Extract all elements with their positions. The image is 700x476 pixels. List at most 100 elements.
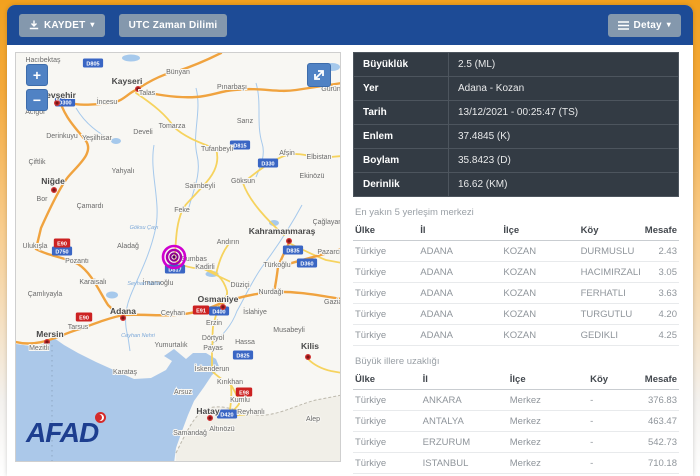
fullscreen-button[interactable] [307, 63, 331, 87]
table-cell: ANTALYA [420, 410, 508, 432]
table-cell: 3.63 [642, 282, 679, 304]
map-place-label: Çamlıyayla [28, 291, 63, 298]
map-place-label: Talas [139, 90, 156, 97]
map-place-label: Altınözü [209, 426, 234, 433]
map-place-label: Musabeyli [273, 327, 305, 334]
detail-menu-button[interactable]: Detay ▾ [607, 13, 681, 37]
cities-section-title: Büyük illere uzaklığı [355, 356, 440, 367]
map-place-label: Gaziantep [324, 299, 341, 306]
table-cell: KOZAN [501, 303, 579, 325]
table-cell: 2.43 [642, 240, 679, 262]
map-place-label: Tarsus [68, 324, 89, 331]
zoom-in-button[interactable]: + [26, 64, 48, 86]
table-row: Türkiye ISTANBUL Merkez -710.18 [353, 452, 679, 474]
city-marker-icon [51, 186, 58, 193]
detail-row: Boylam 35.8423 (D) [353, 148, 679, 173]
table-cell: 4.25 [642, 324, 679, 346]
map-city-label: Niğde [41, 176, 65, 186]
road-shield-label: E98 [239, 390, 249, 396]
menu-icon [617, 20, 629, 30]
map-place-label: Arsuz [174, 389, 192, 396]
road-shield-label: E91 [196, 308, 206, 314]
map-place-label: Kadirli [195, 264, 215, 271]
epicenter-center [172, 255, 176, 259]
column-header: İlçe [501, 221, 579, 241]
table-row: Türkiye ADANA KOZAN HACIMIRZALI 3.05 [353, 261, 679, 283]
detail-row: Büyüklük 2.5 (ML) [353, 52, 679, 77]
map-place-label: Ceyhan [161, 310, 185, 317]
road-shield-label: D825 [236, 353, 249, 359]
map-place-label: Gürün [321, 86, 341, 93]
map-canvas[interactable]: D805D300D815D330D750E90D817D835D360D400E… [16, 53, 341, 462]
detail-value: 16.62 (KM) [448, 172, 679, 197]
city-marker-icon [305, 354, 312, 361]
map-place-label: Bor [37, 196, 49, 203]
map-place-label: Çağlayancerit [313, 219, 341, 226]
detail-panel: Büyüklük 2.5 (ML) Yer Adana - Kozan Tarih 13/… [353, 52, 683, 476]
map-place-label: Erzin [206, 320, 222, 327]
column-header: İlçe [507, 370, 589, 390]
utc-button-label: UTC Zaman Dilimi [128, 19, 218, 31]
road-shield-label: D360 [300, 261, 313, 267]
map-place-label: Karataş [113, 369, 138, 376]
map-place-label: Andırın [217, 239, 240, 246]
table-cell: - [588, 431, 643, 453]
map-place-label: Pazarcık [317, 249, 341, 256]
city-marker-icon [54, 100, 61, 107]
detail-label: Enlem [353, 124, 449, 149]
road-shield-label: D400 [212, 309, 225, 315]
zoom-out-button[interactable]: − [26, 89, 48, 111]
table-row: Türkiye ADANA KOZAN TURGUTLU 4.20 [353, 303, 679, 325]
map-place-label: Sarız [237, 118, 254, 125]
map-place-label: Türkoğlu [263, 262, 290, 269]
map-city-label: Osmaniye [198, 294, 239, 304]
map-place-label: Karaisalı [79, 279, 106, 286]
map-place-label: İskenderun [195, 364, 230, 373]
afad-logo: AFAD [26, 412, 107, 447]
detail-value: Adana - Kozan [448, 76, 679, 101]
road-shield-label: D805 [86, 61, 99, 67]
column-header: Mesafe [642, 221, 679, 241]
table-cell: Türkiye [353, 303, 419, 325]
utc-timezone-button[interactable]: UTC Zaman Dilimi [118, 13, 228, 37]
table-cell: - [588, 389, 643, 411]
map-place-label: Dörtyol [202, 335, 225, 342]
table-cell: 3.05 [642, 261, 679, 283]
map-place-label: Hassa [235, 339, 255, 346]
column-header: Ülke [353, 370, 421, 390]
table-cell: - [588, 452, 643, 474]
save-button[interactable]: KAYDET ▾ [19, 13, 105, 37]
table-cell: Türkiye [353, 410, 421, 432]
map-zoom-controls: + − [26, 64, 48, 111]
map-place-label: Pınarbaşı [217, 84, 247, 91]
table-cell: Merkez [507, 389, 589, 411]
table-cell: ADANA [418, 324, 502, 346]
table-cell: 376.83 [642, 389, 679, 411]
city-marker-icon [206, 415, 213, 422]
table-cell: KOZAN [501, 282, 579, 304]
road-shield-label: D300 [58, 100, 71, 106]
table-cell: ISTANBUL [420, 452, 508, 474]
column-header: Mesafe [642, 370, 679, 390]
detail-row: Yer Adana - Kozan [353, 76, 679, 101]
map-place-label: Yumurtalık [154, 342, 188, 349]
map-place-label: Bünyan [166, 69, 190, 76]
column-header: Köy [588, 370, 643, 390]
map-water-label: Göksu Çayı [130, 225, 159, 231]
map-place-label: Feke [174, 207, 190, 214]
detail-value: 35.8423 (D) [448, 148, 679, 173]
table-cell: Türkiye [353, 240, 419, 262]
map-panel[interactable]: D805 D300 D815 D330 D750 E90 D817 D835 D360 D400 E… [15, 52, 341, 462]
column-header: Köy [578, 221, 643, 241]
table-cell: 542.73 [642, 431, 679, 453]
map-place-label: Ulukışla [23, 243, 48, 250]
map-city-label: Kayseri [112, 76, 143, 86]
download-icon [29, 20, 39, 30]
map-city-label: Kilis [301, 341, 319, 351]
city-marker-icon [44, 339, 51, 346]
map-place-label: Çamardı [77, 203, 104, 210]
table-cell: 4.20 [642, 303, 679, 325]
main-content: D805 D300 D815 D330 D750 E90 D817 D835 D360 D400 E… [7, 45, 693, 476]
table-cell: Merkez [507, 431, 589, 453]
map-place-label: Yeşilhisar [82, 135, 112, 142]
